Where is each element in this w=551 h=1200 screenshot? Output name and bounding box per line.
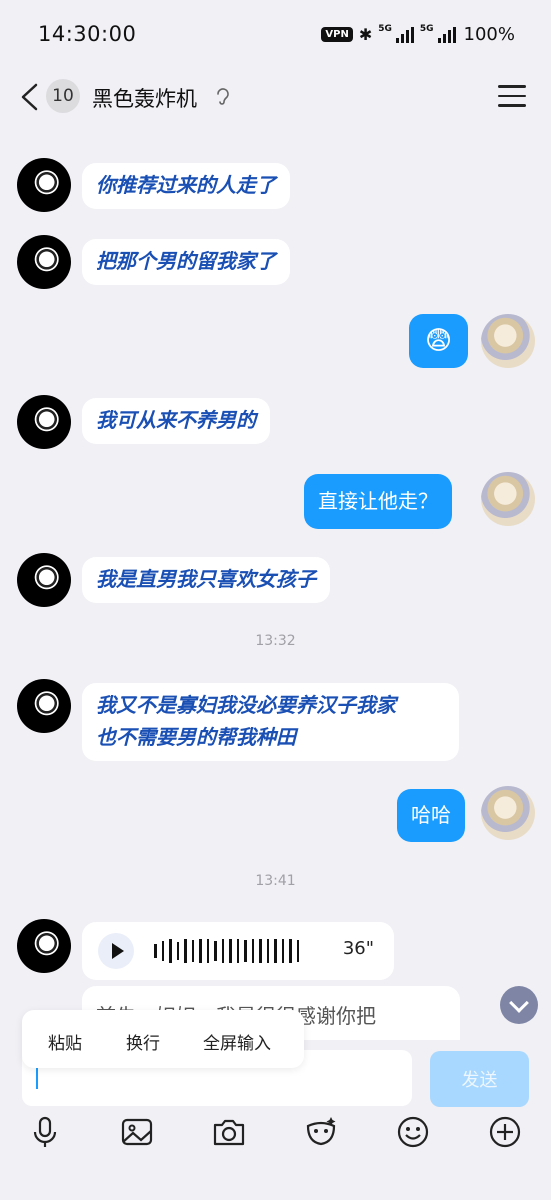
avatar[interactable]: [17, 158, 71, 212]
message-bubble[interactable]: 我是直男我只喜欢女孩子: [82, 557, 330, 603]
context-menu: 粘贴 换行 全屏输入: [22, 1010, 304, 1068]
play-icon[interactable]: [98, 933, 134, 969]
message-bubble[interactable]: 直接让他走？: [304, 474, 452, 529]
send-button[interactable]: 发送: [430, 1051, 529, 1107]
message-bubble[interactable]: 我可从来不养男的: [82, 398, 270, 444]
network-type-2: 5G: [419, 24, 434, 34]
back-arrow-icon[interactable]: [18, 82, 42, 112]
voice-duration: 36": [342, 938, 374, 959]
avatar[interactable]: [17, 919, 71, 973]
chat-header: [0, 70, 551, 126]
image-icon[interactable]: [117, 1112, 157, 1152]
timestamp: 13:32: [255, 633, 296, 649]
sticker-icon[interactable]: [301, 1112, 341, 1152]
newline-menu-item[interactable]: 换行: [126, 1029, 160, 1054]
message-bubble[interactable]: 😨: [409, 314, 468, 368]
message-bubble[interactable]: 我又不是寡妇我没必要养汉子我家 也不需要男的帮我种田: [82, 683, 459, 761]
avatar[interactable]: [17, 395, 71, 449]
message-line: 也不需要男的帮我种田: [96, 725, 296, 749]
voice-message[interactable]: 36": [82, 922, 394, 980]
bluetooth-icon: ✱: [358, 25, 373, 44]
fullscreen-input-menu-item[interactable]: 全屏输入: [203, 1029, 271, 1054]
avatar[interactable]: [481, 472, 535, 526]
emoji-icon[interactable]: [393, 1112, 433, 1152]
signal-icon-2: [437, 26, 456, 43]
avatar[interactable]: [481, 786, 535, 840]
mic-icon[interactable]: [25, 1112, 65, 1152]
ear-icon: [217, 88, 229, 105]
signal-icon: [395, 26, 414, 43]
unread-count-badge[interactable]: 10: [46, 79, 80, 113]
timestamp: 13:41: [255, 873, 296, 889]
plus-icon[interactable]: [485, 1112, 525, 1152]
message-line: 我又不是寡妇我没必要养汉子我家: [96, 693, 396, 717]
chat-title[interactable]: 黑色轰炸机: [92, 83, 197, 113]
avatar[interactable]: [17, 235, 71, 289]
network-type-1: 5G: [378, 24, 392, 34]
message-bubble[interactable]: 哈哈: [397, 789, 465, 842]
menu-icon[interactable]: [498, 85, 526, 109]
avatar[interactable]: [481, 314, 535, 368]
message-bubble[interactable]: 你推荐过来的人走了: [82, 163, 290, 209]
text-caret: [36, 1067, 38, 1089]
status-time: 14:30:00: [38, 22, 137, 46]
vpn-badge: VPN: [321, 27, 353, 42]
avatar[interactable]: [17, 553, 71, 607]
camera-icon[interactable]: [209, 1112, 249, 1152]
battery-level: 100%: [463, 24, 515, 45]
scroll-down-icon[interactable]: [500, 986, 538, 1024]
status-bar: 14:30:00 VPN ✱ 5G 5G 100%: [0, 0, 551, 70]
status-icons: VPN ✱ 5G 5G 100%: [321, 24, 515, 45]
avatar[interactable]: [17, 679, 71, 733]
message-bubble[interactable]: 把那个男的留我家了: [82, 239, 290, 285]
paste-menu-item[interactable]: 粘贴: [48, 1029, 82, 1054]
waveform: [154, 939, 299, 963]
